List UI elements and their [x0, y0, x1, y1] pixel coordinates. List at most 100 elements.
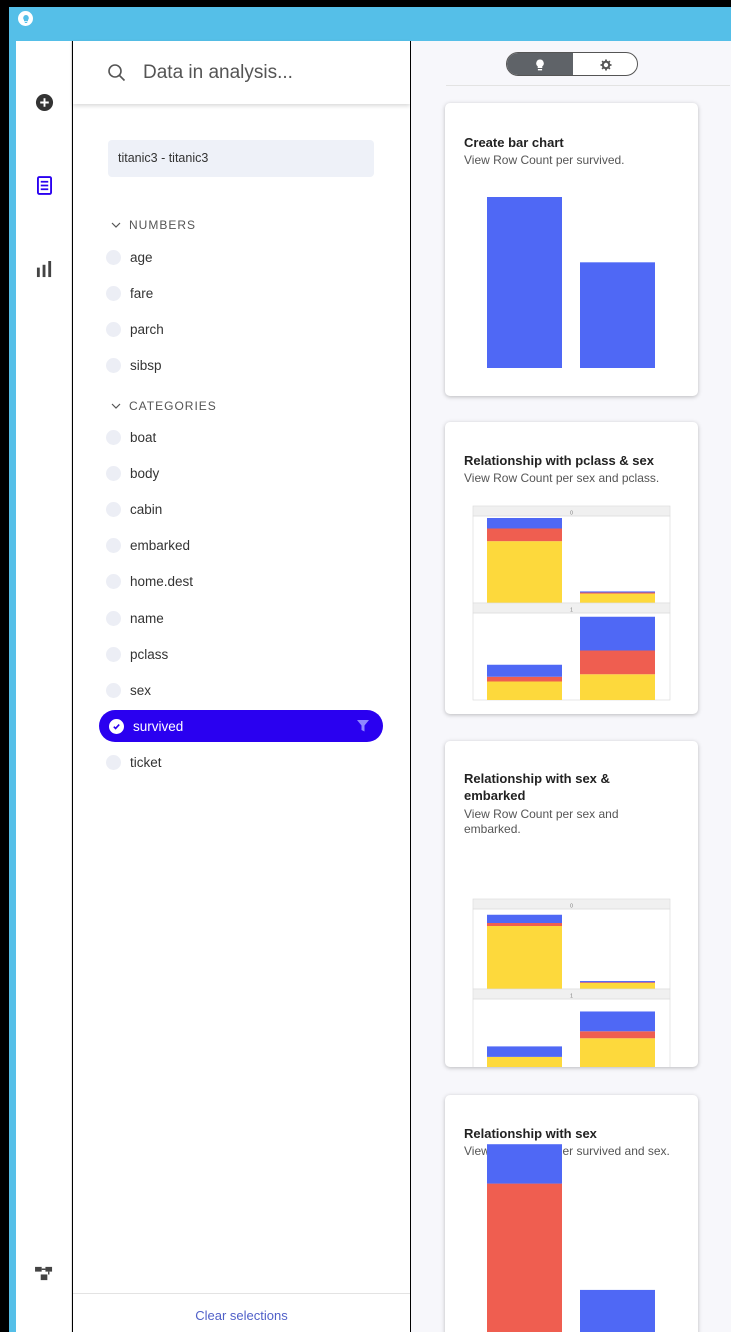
clear-selections-button[interactable]: Clear selections	[73, 1293, 410, 1332]
field-item-body[interactable]: body	[106, 461, 159, 485]
search-bar[interactable]: Data in analysis...	[73, 41, 410, 104]
insights-panel: Create bar chart View Row Count per surv…	[411, 41, 731, 1332]
field-label: cabin	[130, 501, 163, 517]
stacked-bar-segment	[580, 1031, 655, 1039]
field-radio	[106, 754, 121, 770]
stacked-bar-segment	[580, 591, 655, 593]
stacked-bar-chart	[487, 1144, 655, 1332]
stacked-bar-segment	[580, 593, 655, 603]
field-label: sibsp	[130, 357, 162, 373]
field-item-ticket[interactable]: ticket	[106, 750, 162, 774]
stacked-bar-segment	[487, 664, 562, 677]
field-item-age[interactable]: age	[106, 245, 153, 269]
stacked-bar-segment	[487, 923, 562, 926]
insight-card-sex[interactable]: Relationship with sex View Row Count per…	[445, 1095, 698, 1332]
stacked-bar-segment	[487, 676, 562, 682]
stacked-bar-segment	[487, 1183, 562, 1332]
field-item-home-dest[interactable]: home.dest	[106, 570, 193, 594]
bar	[487, 197, 562, 368]
field-item-fare[interactable]: fare	[106, 281, 153, 305]
field-radio	[106, 357, 121, 373]
stacked-bar-segment	[487, 1144, 562, 1184]
field-label: age	[130, 249, 153, 265]
data-panel-icon[interactable]	[31, 172, 57, 198]
field-radio	[106, 574, 121, 590]
field-label: fare	[130, 285, 154, 301]
insight-card-bar-chart[interactable]: Create bar chart View Row Count per surv…	[445, 103, 698, 396]
app-logo-icon	[18, 11, 33, 26]
field-label: name	[130, 610, 164, 626]
stacked-bar-segment	[580, 616, 655, 651]
facet-label: 1	[570, 608, 573, 614]
field-radio	[106, 538, 121, 554]
stacked-bar-segment	[580, 592, 655, 594]
field-label: parch	[130, 321, 164, 337]
sheets-icon[interactable]	[31, 256, 57, 282]
field-item-sibsp[interactable]: sibsp	[106, 353, 162, 377]
add-icon[interactable]	[31, 89, 57, 115]
field-label: sex	[130, 682, 152, 698]
gear-icon	[600, 59, 612, 71]
stacked-bar-segment	[580, 650, 655, 675]
field-radio	[106, 249, 121, 265]
field-label: ticket	[130, 754, 162, 770]
stacked-bar-segment	[580, 1011, 655, 1032]
insight-card-sex-embarked[interactable]: Relationship with sex & embarked View Ro…	[445, 741, 698, 1067]
field-label: boat	[130, 429, 157, 445]
field-radio	[106, 646, 121, 662]
field-radio	[106, 321, 121, 337]
stacked-bar-segment	[580, 981, 655, 983]
search-input[interactable]: Data in analysis...	[143, 62, 293, 84]
lightbulb-icon	[536, 59, 544, 71]
stacked-bar-chart: 01	[472, 898, 671, 1067]
data-manager-icon[interactable]	[31, 1260, 57, 1286]
field-label: survived	[133, 718, 184, 734]
field-item-name[interactable]: name	[106, 606, 164, 630]
stacked-bar-segment	[580, 1289, 655, 1332]
field-item-pclass[interactable]: pclass	[106, 642, 168, 666]
field-item-cabin[interactable]: cabin	[106, 497, 162, 521]
stacked-bar-segment	[580, 1038, 655, 1067]
app-window: Data in analysis... titanic3 - titanic3 …	[0, 0, 731, 1332]
field-radio	[106, 682, 121, 698]
divider	[446, 85, 730, 86]
stacked-bar-segment	[487, 914, 562, 923]
stacked-bar-segment	[487, 518, 562, 529]
title-bar	[9, 7, 731, 41]
field-item-parch[interactable]: parch	[106, 317, 164, 341]
insights-tab[interactable]	[507, 53, 573, 75]
window-border	[9, 41, 16, 1332]
field-label: embarked	[130, 538, 191, 554]
navigation-rail	[16, 41, 72, 1332]
field-item-boat[interactable]: boat	[106, 425, 156, 449]
data-source-selector[interactable]: titanic3 - titanic3	[108, 140, 374, 177]
insight-card-pclass-sex[interactable]: Relationship with pclass & sex View Row …	[445, 422, 698, 714]
bar-chart	[487, 197, 655, 368]
field-item-embarked[interactable]: embarked	[106, 534, 190, 558]
filter-icon[interactable]	[356, 719, 370, 733]
stacked-bar-segment	[487, 528, 562, 542]
field-label: body	[130, 465, 160, 481]
stacked-bar-segment	[580, 983, 655, 989]
stacked-bar-segment	[487, 541, 562, 603]
stacked-bar-segment	[487, 1056, 562, 1067]
field-item-sex[interactable]: sex	[106, 678, 151, 702]
field-radio	[106, 610, 121, 626]
stacked-bar-segment	[580, 674, 655, 700]
facet-label: 0	[570, 511, 573, 517]
field-label: pclass	[130, 646, 169, 662]
facet-label: 0	[570, 904, 573, 910]
checkmark-icon	[109, 718, 124, 734]
assets-panel: Data in analysis... titanic3 - titanic3 …	[73, 41, 410, 1332]
numbers-section-header[interactable]: NUMBERS	[111, 218, 196, 232]
insights-toggle[interactable]	[506, 52, 638, 76]
categories-section-label: CATEGORIES	[129, 399, 217, 413]
field-label: home.dest	[130, 574, 194, 590]
categories-section-header[interactable]: CATEGORIES	[111, 399, 217, 413]
field-radio	[106, 465, 121, 481]
field-item-survived-selected[interactable]: survived	[99, 710, 383, 742]
settings-tab[interactable]	[573, 53, 637, 75]
bar	[580, 262, 655, 368]
stacked-bar-chart: 01	[472, 505, 671, 701]
chevron-down-icon	[111, 222, 121, 228]
